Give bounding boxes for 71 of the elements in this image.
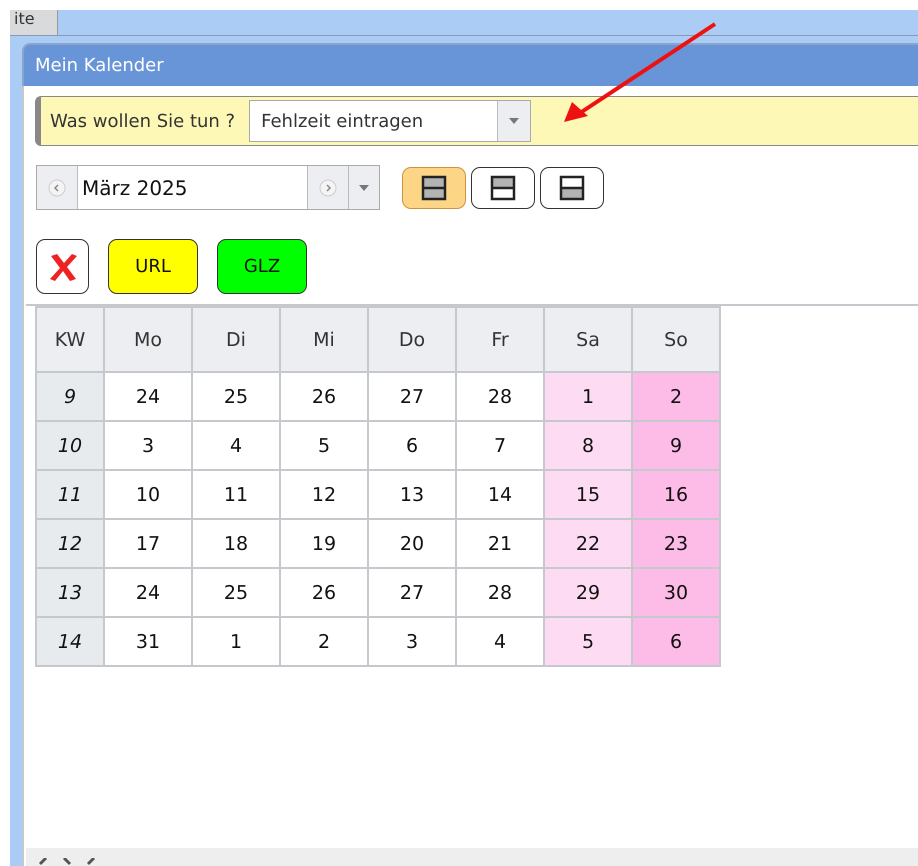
day-cell[interactable]: 1: [192, 617, 280, 666]
day-cell[interactable]: 3: [368, 617, 456, 666]
day-cell[interactable]: 27: [368, 568, 456, 617]
day-cell[interactable]: 2: [632, 372, 720, 421]
view-toggle-button[interactable]: [402, 166, 466, 208]
delete-button[interactable]: [36, 239, 89, 294]
week-number: 12: [36, 519, 104, 568]
split-view-icon: [490, 174, 516, 200]
day-cell[interactable]: 27: [368, 372, 456, 421]
chevron-left-icon[interactable]: [36, 858, 50, 866]
day-cell[interactable]: 26: [280, 568, 368, 617]
day-cell[interactable]: 10: [104, 470, 192, 519]
column-header: Fr: [456, 307, 544, 372]
column-header: KW: [36, 307, 104, 372]
week-number: 11: [36, 470, 104, 519]
column-header: Di: [192, 307, 280, 372]
day-cell[interactable]: 12: [280, 470, 368, 519]
chevron-right-icon[interactable]: [60, 858, 74, 866]
week-number: 14: [36, 617, 104, 666]
dropdown-caret-icon: [509, 118, 520, 124]
day-cell[interactable]: 1: [544, 372, 632, 421]
day-cell[interactable]: 25: [192, 568, 280, 617]
column-header: So: [632, 307, 720, 372]
action-label: Was wollen Sie tun ?: [50, 110, 236, 132]
day-cell[interactable]: 3: [104, 421, 192, 470]
column-header: Do: [368, 307, 456, 372]
week-number: 13: [36, 568, 104, 617]
day-cell[interactable]: 5: [280, 421, 368, 470]
action-dropdown[interactable]: Fehlzeit eintragen: [249, 100, 532, 142]
day-cell[interactable]: 24: [104, 372, 192, 421]
column-header: Sa: [544, 307, 632, 372]
day-cell[interactable]: 9: [632, 421, 720, 470]
dropdown-caret-icon[interactable]: [359, 184, 369, 190]
day-cell[interactable]: 29: [544, 568, 632, 617]
day-cell[interactable]: 4: [192, 421, 280, 470]
day-cell[interactable]: 24: [104, 568, 192, 617]
day-cell[interactable]: 8: [544, 421, 632, 470]
day-cell[interactable]: 15: [544, 470, 632, 519]
day-cell[interactable]: 30: [632, 568, 720, 617]
view-toggle-button[interactable]: [471, 166, 535, 208]
day-cell[interactable]: 19: [280, 519, 368, 568]
next-icon[interactable]: [319, 178, 337, 196]
window-title: Mein Kalender: [35, 55, 164, 76]
day-cell[interactable]: 6: [368, 421, 456, 470]
absence-type-button[interactable]: URL: [108, 239, 198, 294]
day-cell[interactable]: 13: [368, 470, 456, 519]
week-number: 9: [36, 372, 104, 421]
day-cell[interactable]: 11: [192, 470, 280, 519]
split-view-icon: [559, 174, 585, 200]
previous-icon[interactable]: [48, 178, 66, 196]
day-cell[interactable]: 20: [368, 519, 456, 568]
day-cell[interactable]: 18: [192, 519, 280, 568]
day-cell[interactable]: 22: [544, 519, 632, 568]
view-toggle-button[interactable]: [540, 166, 604, 208]
split-view-icon: [421, 174, 447, 200]
week-number: 10: [36, 421, 104, 470]
day-cell[interactable]: 31: [104, 617, 192, 666]
day-cell[interactable]: 5: [544, 617, 632, 666]
month-picker[interactable]: März 2025: [36, 165, 380, 210]
day-cell[interactable]: 25: [192, 372, 280, 421]
tab[interactable]: ite: [10, 10, 58, 35]
day-cell[interactable]: 23: [632, 519, 720, 568]
column-header: Mo: [104, 307, 192, 372]
absence-type-button[interactable]: GLZ: [217, 239, 307, 294]
day-cell[interactable]: 26: [280, 372, 368, 421]
chevron-left-icon[interactable]: [84, 858, 98, 866]
day-cell[interactable]: 16: [632, 470, 720, 519]
column-header: Mi: [280, 307, 368, 372]
day-cell[interactable]: 2: [280, 617, 368, 666]
day-cell[interactable]: 6: [632, 617, 720, 666]
day-cell[interactable]: 17: [104, 519, 192, 568]
